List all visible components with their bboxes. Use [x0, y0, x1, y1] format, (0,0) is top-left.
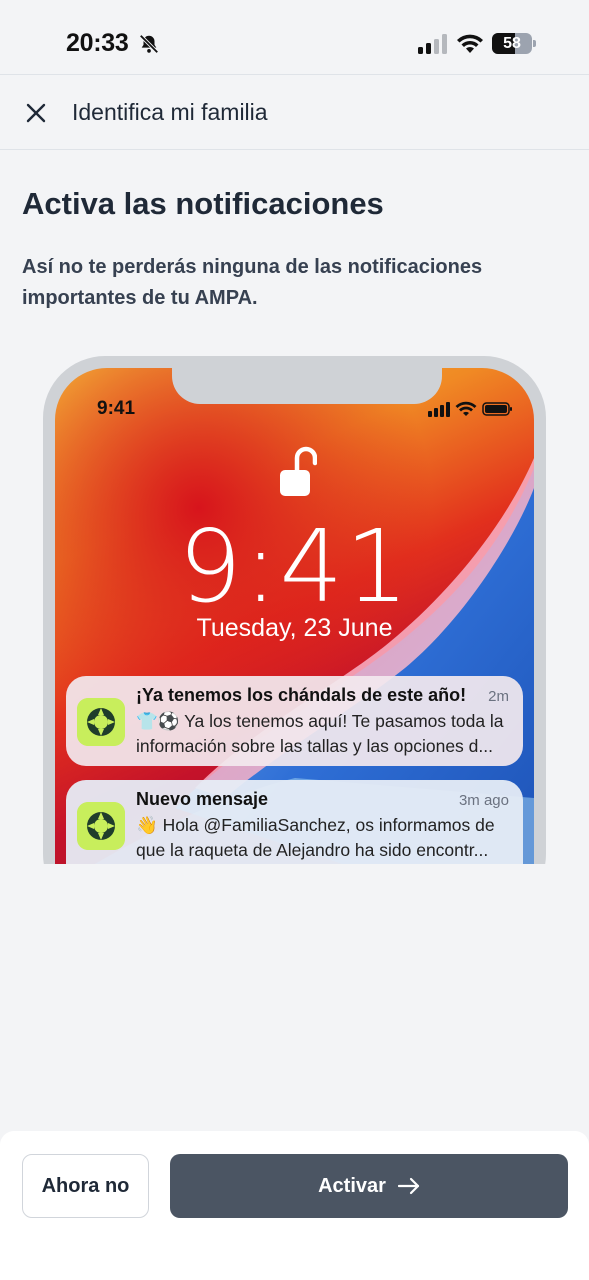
lock-status-time: 9:41 — [97, 398, 136, 419]
notification-body: 👋 Hola @FamiliaSanchez, os informamos de… — [136, 813, 508, 863]
header-title: Identifica mi familia — [72, 99, 268, 125]
notification-title: Nuevo mensaje — [136, 789, 269, 809]
notification-time: 2m — [488, 688, 509, 705]
battery-level: 58 — [503, 35, 521, 52]
notification-line: que la raqueta de Alejandro ha sido enco… — [136, 840, 489, 860]
top-app-bar: Identifica mi familia — [0, 74, 589, 150]
lock-screen-date: Tuesday, 23 June — [196, 614, 393, 642]
notification-body: 👕⚽ Ya los tenemos aquí! Te pasamos toda … — [136, 709, 508, 759]
ampa-app-icon — [77, 802, 125, 850]
battery-body: 58 — [492, 33, 532, 54]
phone-frame: 9:41 9:41 Tuesday, 23 June ¡Ya tenemos l… — [43, 356, 546, 864]
activate-button[interactable]: Activar — [170, 1154, 568, 1218]
notification-line: 👋 Hola @FamiliaSanchez, os informamos de — [136, 815, 495, 835]
status-time: 20:33 — [66, 29, 129, 57]
notification-card: ¡Ya tenemos los chándals de este año! 2m… — [66, 676, 523, 766]
phone-lock-screen: 9:41 9:41 Tuesday, 23 June ¡Ya tenemos l… — [55, 368, 534, 864]
notification-line: información sobre las tallas y las opcio… — [136, 736, 493, 756]
phone-illustration: 9:41 9:41 Tuesday, 23 June ¡Ya tenemos l… — [43, 356, 546, 864]
close-button[interactable] — [18, 95, 54, 131]
lock-screen-clock: 9:41 — [178, 508, 411, 625]
notification-card: Nuevo mensaje 3m ago 👋 Hola @FamiliaSanc… — [66, 780, 523, 864]
activate-button-label: Activar — [318, 1174, 386, 1197]
status-bar: 20:33 58 — [0, 0, 589, 74]
page-title: Activa las notificaciones — [22, 186, 384, 221]
notification-line: 👕⚽ Ya los tenemos aquí! Te pasamos toda … — [136, 711, 504, 731]
phone-notch — [172, 368, 442, 404]
page-description: Así no te perderás ninguna de las notifi… — [22, 256, 483, 309]
bell-off-icon — [139, 34, 159, 54]
notification-time: 3m ago — [458, 792, 509, 809]
not-now-button[interactable]: Ahora no — [22, 1154, 149, 1218]
ampa-app-icon — [77, 698, 125, 746]
notification-title: ¡Ya tenemos los chándals de este año! — [136, 685, 467, 705]
close-icon — [26, 103, 46, 123]
bottom-action-bar: Ahora no Activar — [0, 1131, 589, 1280]
unlock-icon — [280, 446, 317, 496]
lock-status-icons — [428, 401, 512, 417]
wifi-icon — [457, 34, 483, 53]
battery-cap — [533, 40, 536, 47]
arrow-right-icon — [397, 1177, 420, 1195]
signal-icon — [418, 34, 447, 54]
battery-icon: 58 — [492, 33, 536, 54]
